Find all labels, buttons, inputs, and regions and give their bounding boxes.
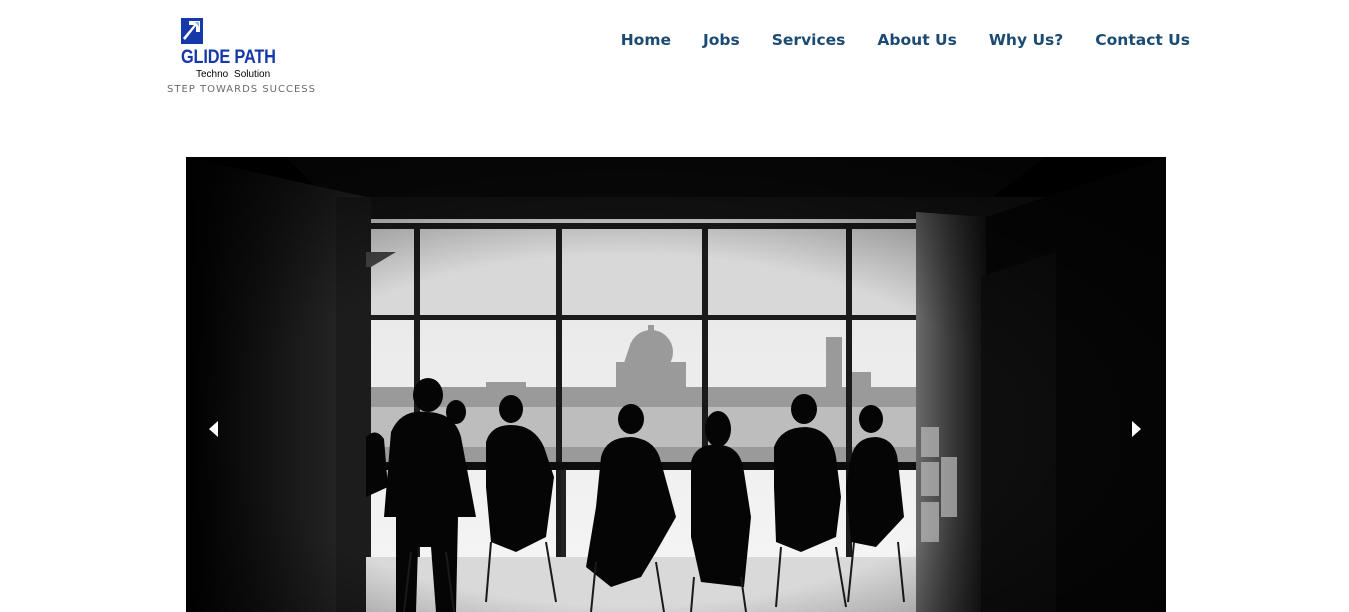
hero-slide-image	[186, 157, 1166, 612]
nav-item-services[interactable]: Services	[756, 30, 862, 50]
nav-item-about-us[interactable]: About Us	[861, 30, 972, 50]
hero-slider	[186, 157, 1166, 612]
site-header: GLIDE PATH Techno Solution STEP TOWARDS …	[0, 0, 1349, 157]
logo-arrow-icon	[181, 18, 203, 44]
nav-item-home[interactable]: Home	[605, 30, 687, 50]
site-logo[interactable]: GLIDE PATH Techno Solution STEP TOWARDS …	[167, 14, 317, 98]
logo-subtitle: Techno Solution	[196, 69, 271, 80]
nav-item-jobs[interactable]: Jobs	[687, 30, 756, 50]
nav-item-why-us[interactable]: Why Us?	[973, 30, 1079, 50]
logo-name: GLIDE PATH	[181, 47, 276, 68]
triangle-right-icon[interactable]	[1128, 420, 1144, 438]
logo-tagline: STEP TOWARDS SUCCESS	[167, 84, 316, 95]
triangle-left-icon[interactable]	[206, 420, 222, 438]
main-nav: Home Jobs Services About Us Why Us? Cont…	[605, 30, 1190, 50]
nav-item-contact-us[interactable]: Contact Us	[1079, 30, 1190, 50]
